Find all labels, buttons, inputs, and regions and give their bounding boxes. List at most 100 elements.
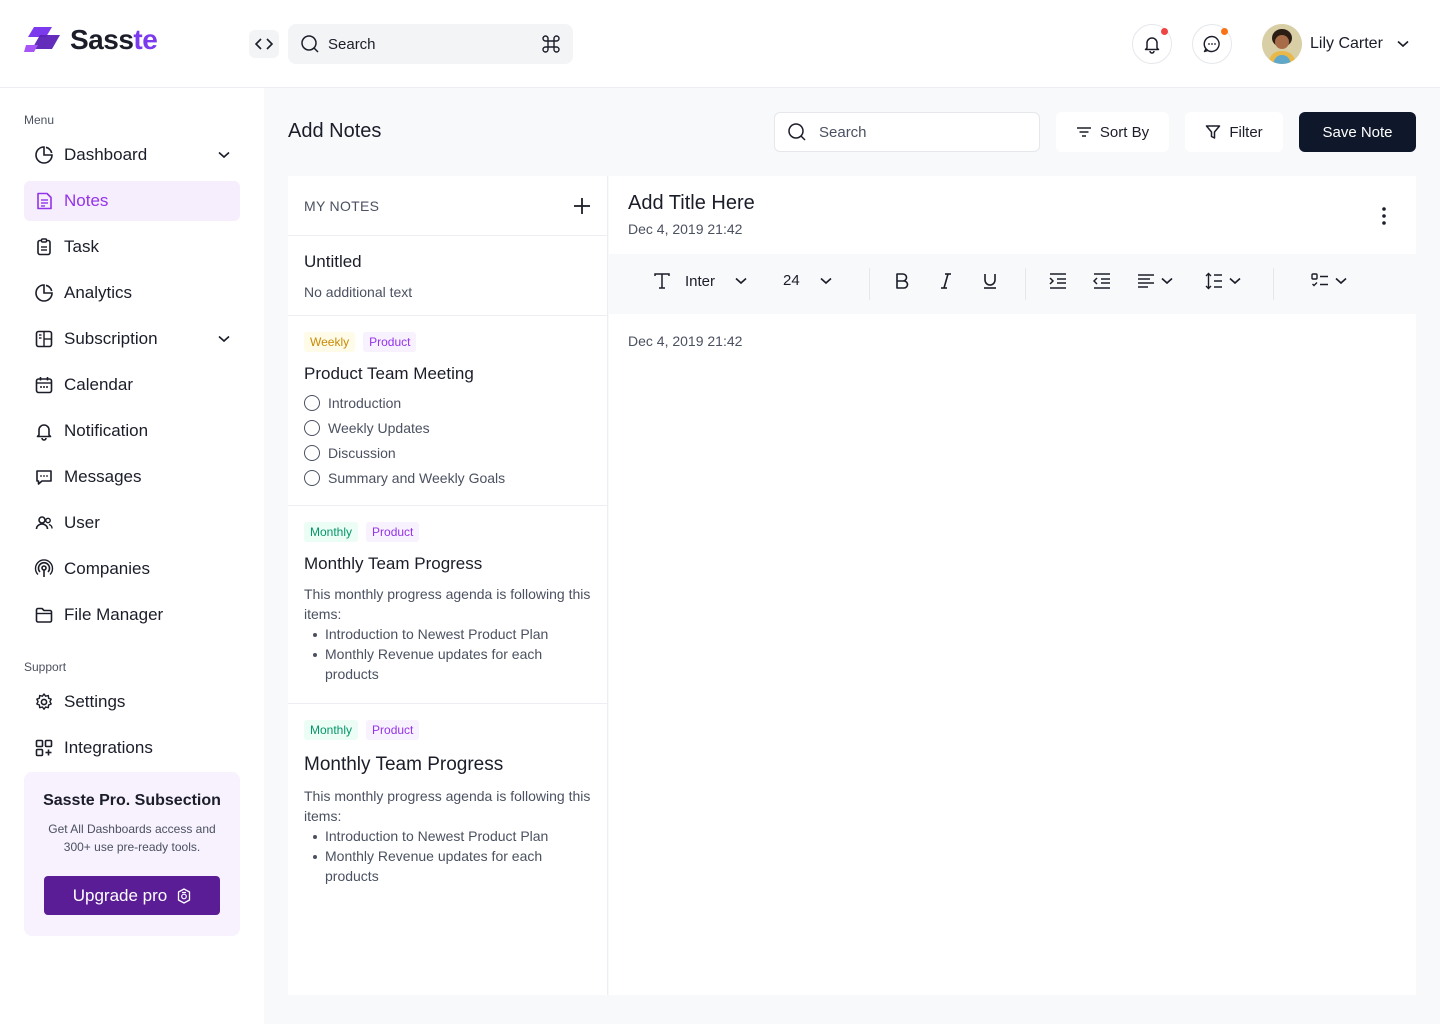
note-title: Monthly Team Progress — [304, 754, 504, 775]
checkbox[interactable] — [304, 419, 320, 436]
toolbar-divider — [1273, 268, 1274, 300]
bold-button[interactable] — [893, 272, 911, 290]
checkbox[interactable] — [304, 394, 320, 411]
bell-icon — [1144, 37, 1160, 54]
sidebar-item-dashboard[interactable]: Dashboard — [24, 135, 240, 175]
note-text: This monthly progress agenda is followin… — [304, 788, 591, 824]
sidebar-item-label: Messages — [64, 467, 142, 486]
sort-by-button[interactable]: Sort By — [1056, 112, 1169, 152]
sidebar-item-file-manager[interactable]: File Manager — [24, 595, 240, 635]
code-brackets-icon — [255, 38, 273, 50]
checkbox[interactable] — [304, 469, 320, 486]
chart-pie-icon — [35, 146, 53, 164]
checkbox[interactable] — [304, 444, 320, 461]
sort-icon — [1076, 127, 1091, 137]
underline-button[interactable] — [981, 272, 999, 290]
checklist-item[interactable]: Summary and Weekly Goals — [304, 465, 591, 490]
command-icon — [542, 35, 560, 53]
sidebar-item-label: Companies — [64, 559, 150, 578]
user-name: Lily Carter — [1310, 35, 1383, 52]
sidebar-item-label: Calendar — [64, 375, 133, 394]
formatting-toolbar: Inter 24 — [609, 254, 1416, 314]
tag-monthly: Monthly — [304, 720, 359, 740]
checklist-item[interactable]: Discussion — [304, 440, 591, 465]
note-title: Product Team Meeting — [304, 364, 474, 383]
note-tags: Weekly Product — [304, 332, 591, 352]
notifications-button[interactable] — [1132, 24, 1172, 64]
sidebar-item-analytics[interactable]: Analytics — [24, 273, 240, 313]
note-card-monthly-progress[interactable]: Monthly Product Monthly Team Progress Th… — [288, 506, 607, 704]
sidebar-item-user[interactable]: User — [24, 503, 240, 543]
upgrade-button-label: Upgrade pro — [72, 885, 168, 905]
more-options-icon[interactable] — [1372, 204, 1396, 228]
bullet-item: Introduction to Newest Product Plan — [304, 624, 591, 644]
upgrade-promo-card: Sasste Pro. Subsection Get All Dashboard… — [24, 772, 240, 936]
font-family-select[interactable]: Inter — [653, 272, 747, 290]
folder-icon — [35, 607, 53, 623]
note-bullets: Introduction to Newest Product Plan Mont… — [304, 826, 591, 886]
sidebar-item-label: File Manager — [64, 605, 164, 624]
align-left-icon — [1138, 274, 1154, 288]
global-search-input[interactable]: Search — [288, 24, 573, 64]
sidebar-item-subscription[interactable]: Subscription — [24, 319, 240, 359]
sidebar-item-task[interactable]: Task — [24, 227, 240, 267]
chevron-down-icon — [1161, 277, 1173, 285]
sidebar-item-label: Integrations — [64, 738, 153, 757]
chevron-down-icon — [218, 151, 230, 159]
sidebar-item-label: Dashboard — [64, 145, 148, 164]
sidebar-item-label: Settings — [64, 692, 126, 711]
user-profile-menu[interactable]: Lily Carter — [1262, 24, 1409, 64]
filter-icon — [1206, 125, 1221, 139]
indent-button[interactable] — [1049, 272, 1067, 290]
note-card-product-team-meeting[interactable]: Weekly Product Product Team Meeting Intr… — [288, 316, 607, 506]
upgrade-pro-button[interactable]: Upgrade pro — [44, 876, 220, 915]
indent-icon — [1049, 273, 1066, 289]
users-icon — [35, 516, 53, 530]
bullet-item: Introduction to Newest Product Plan — [304, 826, 591, 846]
line-spacing-icon — [1205, 272, 1222, 290]
bold-icon — [896, 273, 909, 289]
sidebar-item-settings[interactable]: Settings — [24, 682, 240, 722]
sidebar-item-integrations[interactable]: Integrations — [24, 728, 240, 768]
editor-body-text[interactable]: Dec 4, 2019 21:42 — [628, 333, 742, 349]
messages-button[interactable] — [1192, 24, 1232, 64]
sidebar-item-label: Subscription — [64, 329, 158, 348]
editor-title[interactable]: Add Title Here — [628, 192, 755, 215]
align-select[interactable] — [1137, 272, 1173, 290]
search-icon — [788, 123, 806, 141]
bullet-item: Monthly Revenue updates for each product… — [304, 846, 591, 886]
line-spacing-select[interactable] — [1205, 272, 1241, 290]
brand-logo[interactable]: Sasste — [24, 24, 158, 56]
sidebar-item-notes[interactable]: Notes — [24, 181, 240, 221]
font-size-select[interactable]: 24 — [783, 272, 832, 289]
sidebar-item-calendar[interactable]: Calendar — [24, 365, 240, 405]
sidebar-item-messages[interactable]: Messages — [24, 457, 240, 497]
message-dot — [1221, 28, 1228, 35]
sidebar-item-label: User — [64, 513, 100, 532]
checklist-select[interactable] — [1311, 272, 1347, 290]
filter-label: Filter — [1229, 123, 1263, 141]
notes-search-input[interactable]: Search — [774, 112, 1040, 152]
tag-product: Product — [363, 332, 417, 352]
note-editor: Add Title Here Dec 4, 2019 21:42 Inter 2… — [609, 176, 1416, 995]
note-tags: Monthly Product — [304, 720, 591, 740]
checklist-item[interactable]: Weekly Updates — [304, 415, 591, 440]
chevron-down-icon — [1229, 277, 1241, 285]
sidebar-collapse-button[interactable] — [249, 30, 279, 58]
clipboard-icon — [37, 238, 51, 256]
italic-icon — [941, 273, 951, 289]
sidebar-item-notification[interactable]: Notification — [24, 411, 240, 451]
note-card-monthly-progress-2[interactable]: Monthly Product Monthly Team Progress Th… — [288, 704, 607, 904]
save-note-button[interactable]: Save Note — [1299, 112, 1416, 152]
italic-button[interactable] — [937, 272, 955, 290]
note-text: This monthly progress agenda is followin… — [304, 586, 591, 622]
sidebar-item-companies[interactable]: Companies — [24, 549, 240, 589]
grid-plus-icon — [35, 739, 53, 757]
outdent-button[interactable] — [1093, 272, 1111, 290]
sort-by-label: Sort By — [1099, 123, 1150, 141]
crown-badge-icon — [178, 887, 191, 904]
filter-button[interactable]: Filter — [1185, 112, 1283, 152]
checklist-item[interactable]: Introduction — [304, 390, 591, 415]
note-card-untitled[interactable]: Untitled No additional text — [288, 236, 607, 316]
add-note-icon[interactable] — [573, 197, 591, 215]
